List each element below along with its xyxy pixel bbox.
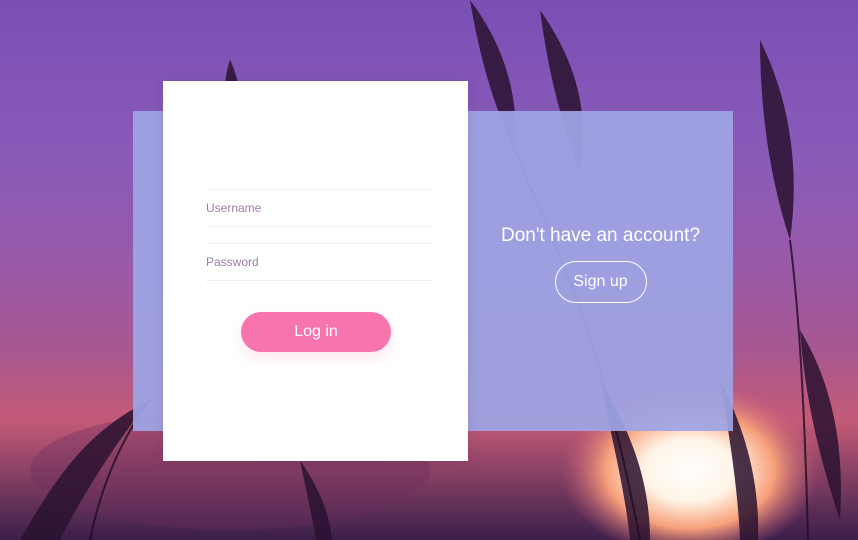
password-input[interactable] [206, 255, 433, 269]
password-field [206, 243, 433, 281]
signup-prompt: Don't have an account? [500, 225, 701, 246]
signup-panel: Don't have an account? Sign up [468, 111, 733, 431]
login-card: Log in [163, 81, 468, 461]
signup-button[interactable]: Sign up [554, 261, 647, 303]
login-page: Don't have an account? Sign up Log in [0, 0, 858, 540]
login-button[interactable]: Log in [241, 312, 391, 352]
username-field [206, 189, 433, 227]
username-input[interactable] [206, 201, 433, 215]
